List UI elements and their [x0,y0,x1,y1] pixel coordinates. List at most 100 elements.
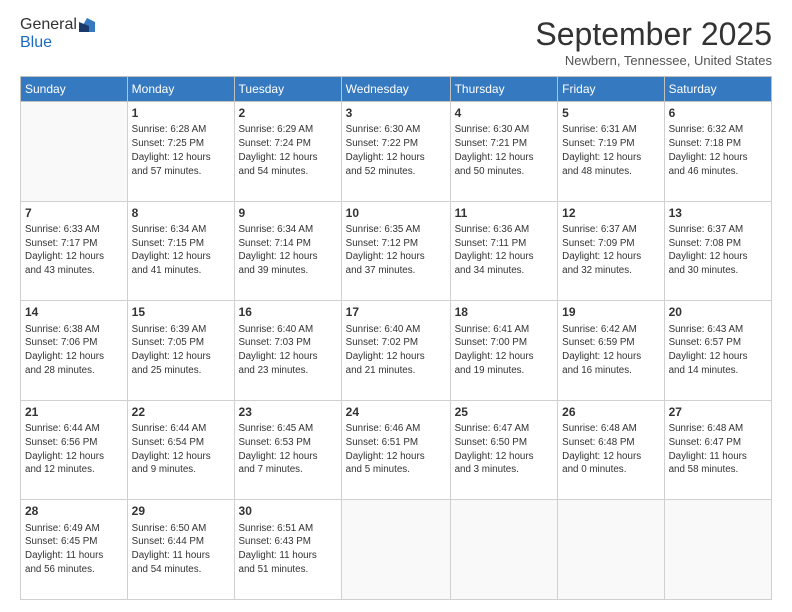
calendar-cell: 8Sunrise: 6:34 AM Sunset: 7:15 PM Daylig… [127,201,234,301]
logo-blue-text: Blue [20,34,52,52]
calendar-cell: 25Sunrise: 6:47 AM Sunset: 6:50 PM Dayli… [450,400,558,500]
logo-general-text: General [20,16,77,34]
col-saturday: Saturday [664,77,771,102]
calendar-cell [664,500,771,600]
calendar-table: Sunday Monday Tuesday Wednesday Thursday… [20,76,772,600]
calendar-header-row: Sunday Monday Tuesday Wednesday Thursday… [21,77,772,102]
calendar-cell: 3Sunrise: 6:30 AM Sunset: 7:22 PM Daylig… [341,102,450,202]
calendar-week-row: 28 Sunrise: 6:49 AM Sunset: 6:45 PM Dayli… [21,500,772,600]
day-number: 27 [669,404,767,421]
day-number: 24 [346,404,446,421]
day-number: 1 [132,105,230,122]
day-number: 2 [239,105,337,122]
day-number: 6 [669,105,767,122]
day-number: 23 [239,404,337,421]
day-info: Sunrise: 6:29 AM Sunset: 7:24 PM Dayligh… [239,123,337,178]
day-number: 5 [562,105,659,122]
calendar-cell: 15Sunrise: 6:39 AM Sunset: 7:05 PM Dayli… [127,301,234,401]
calendar-cell: 19Sunrise: 6:42 AM Sunset: 6:59 PM Dayli… [558,301,664,401]
calendar-cell: 24Sunrise: 6:46 AM Sunset: 6:51 PM Dayli… [341,400,450,500]
day-number: 30 [239,503,337,520]
day-number: 11 [455,205,554,222]
day-info: Sunrise: 6:37 AM Sunset: 7:08 PM Dayligh… [669,223,767,278]
day-info: Sunrise: 6:36 AM Sunset: 7:11 PM Dayligh… [455,223,554,278]
calendar-cell: 30 Sunrise: 6:51 AM Sunset: 6:43 PM Dayli… [234,500,341,600]
day-info: Sunrise: 6:37 AM Sunset: 7:09 PM Dayligh… [562,223,659,278]
day-number: 10 [346,205,446,222]
calendar-week-row: 21Sunrise: 6:44 AM Sunset: 6:56 PM Dayli… [21,400,772,500]
day-info: Sunrise: 6:31 AM Sunset: 7:19 PM Dayligh… [562,123,659,178]
calendar-cell: 21Sunrise: 6:44 AM Sunset: 6:56 PM Dayli… [21,400,128,500]
day-info: Sunrise: 6:40 AM Sunset: 7:03 PM Dayligh… [239,323,337,378]
calendar-cell [21,102,128,202]
calendar-cell: 7Sunrise: 6:33 AM Sunset: 7:17 PM Daylig… [21,201,128,301]
day-info: Sunrise: 6:35 AM Sunset: 7:12 PM Dayligh… [346,223,446,278]
month-title: September 2025 [535,16,772,53]
calendar-cell: 10Sunrise: 6:35 AM Sunset: 7:12 PM Dayli… [341,201,450,301]
calendar-cell: 9Sunrise: 6:34 AM Sunset: 7:14 PM Daylig… [234,201,341,301]
location-text: Newbern, Tennessee, United States [535,53,772,68]
day-number: 9 [239,205,337,222]
day-info: Sunrise: 6:45 AM Sunset: 6:53 PM Dayligh… [239,422,337,477]
calendar-cell: 18Sunrise: 6:41 AM Sunset: 7:00 PM Dayli… [450,301,558,401]
calendar-cell: 22Sunrise: 6:44 AM Sunset: 6:54 PM Dayli… [127,400,234,500]
calendar-cell: 11Sunrise: 6:36 AM Sunset: 7:11 PM Dayli… [450,201,558,301]
day-info: Sunrise: 6:39 AM Sunset: 7:05 PM Dayligh… [132,323,230,378]
day-info: Sunrise: 6:28 AM Sunset: 7:25 PM Dayligh… [132,123,230,178]
calendar-cell: 1Sunrise: 6:28 AM Sunset: 7:25 PM Daylig… [127,102,234,202]
calendar-cell: 23Sunrise: 6:45 AM Sunset: 6:53 PM Dayli… [234,400,341,500]
day-info: Sunrise: 6:49 AM Sunset: 6:45 PM Dayligh… [25,522,123,577]
day-number: 17 [346,304,446,321]
col-monday: Monday [127,77,234,102]
day-number: 22 [132,404,230,421]
day-number: 25 [455,404,554,421]
calendar-cell: 16 Sunrise: 6:40 AM Sunset: 7:03 PM Dayli… [234,301,341,401]
day-number: 4 [455,105,554,122]
day-number: 20 [669,304,767,321]
logo-icon [79,18,95,32]
day-info: Sunrise: 6:42 AM Sunset: 6:59 PM Dayligh… [562,323,659,378]
day-info: Sunrise: 6:30 AM Sunset: 7:22 PM Dayligh… [346,123,446,178]
col-wednesday: Wednesday [341,77,450,102]
day-info: Sunrise: 6:33 AM Sunset: 7:17 PM Dayligh… [25,223,123,278]
calendar-cell [341,500,450,600]
day-info: Sunrise: 6:50 AM Sunset: 6:44 PM Dayligh… [132,522,230,577]
day-info: Sunrise: 6:44 AM Sunset: 6:56 PM Dayligh… [25,422,123,477]
day-info: Sunrise: 6:48 AM Sunset: 6:48 PM Dayligh… [562,422,659,477]
calendar-week-row: 14Sunrise: 6:38 AM Sunset: 7:06 PM Dayli… [21,301,772,401]
col-friday: Friday [558,77,664,102]
calendar-cell: 29 Sunrise: 6:50 AM Sunset: 6:44 PM Dayli… [127,500,234,600]
calendar-cell: 5Sunrise: 6:31 AM Sunset: 7:19 PM Daylig… [558,102,664,202]
day-number: 16 [239,304,337,321]
col-tuesday: Tuesday [234,77,341,102]
day-number: 3 [346,105,446,122]
day-info: Sunrise: 6:47 AM Sunset: 6:50 PM Dayligh… [455,422,554,477]
calendar-cell: 28 Sunrise: 6:49 AM Sunset: 6:45 PM Dayli… [21,500,128,600]
calendar-cell: 4Sunrise: 6:30 AM Sunset: 7:21 PM Daylig… [450,102,558,202]
day-number: 7 [25,205,123,222]
day-info: Sunrise: 6:38 AM Sunset: 7:06 PM Dayligh… [25,323,123,378]
day-info: Sunrise: 6:51 AM Sunset: 6:43 PM Dayligh… [239,522,337,577]
day-number: 12 [562,205,659,222]
calendar-cell: 14Sunrise: 6:38 AM Sunset: 7:06 PM Dayli… [21,301,128,401]
header: General Blue September 2025 Newbern, Ten… [20,16,772,68]
day-info: Sunrise: 6:30 AM Sunset: 7:21 PM Dayligh… [455,123,554,178]
day-info: Sunrise: 6:32 AM Sunset: 7:18 PM Dayligh… [669,123,767,178]
day-info: Sunrise: 6:34 AM Sunset: 7:15 PM Dayligh… [132,223,230,278]
day-number: 26 [562,404,659,421]
day-number: 18 [455,304,554,321]
calendar-cell [558,500,664,600]
calendar-cell: 6Sunrise: 6:32 AM Sunset: 7:18 PM Daylig… [664,102,771,202]
day-info: Sunrise: 6:40 AM Sunset: 7:02 PM Dayligh… [346,323,446,378]
calendar-week-row: 7Sunrise: 6:33 AM Sunset: 7:17 PM Daylig… [21,201,772,301]
day-number: 28 [25,503,123,520]
calendar-cell: 26Sunrise: 6:48 AM Sunset: 6:48 PM Dayli… [558,400,664,500]
day-info: Sunrise: 6:48 AM Sunset: 6:47 PM Dayligh… [669,422,767,477]
calendar-cell: 20Sunrise: 6:43 AM Sunset: 6:57 PM Dayli… [664,301,771,401]
day-number: 29 [132,503,230,520]
title-block: September 2025 Newbern, Tennessee, Unite… [535,16,772,68]
calendar-cell: 27Sunrise: 6:48 AM Sunset: 6:47 PM Dayli… [664,400,771,500]
calendar-week-row: 1Sunrise: 6:28 AM Sunset: 7:25 PM Daylig… [21,102,772,202]
calendar-cell: 12Sunrise: 6:37 AM Sunset: 7:09 PM Dayli… [558,201,664,301]
day-number: 13 [669,205,767,222]
